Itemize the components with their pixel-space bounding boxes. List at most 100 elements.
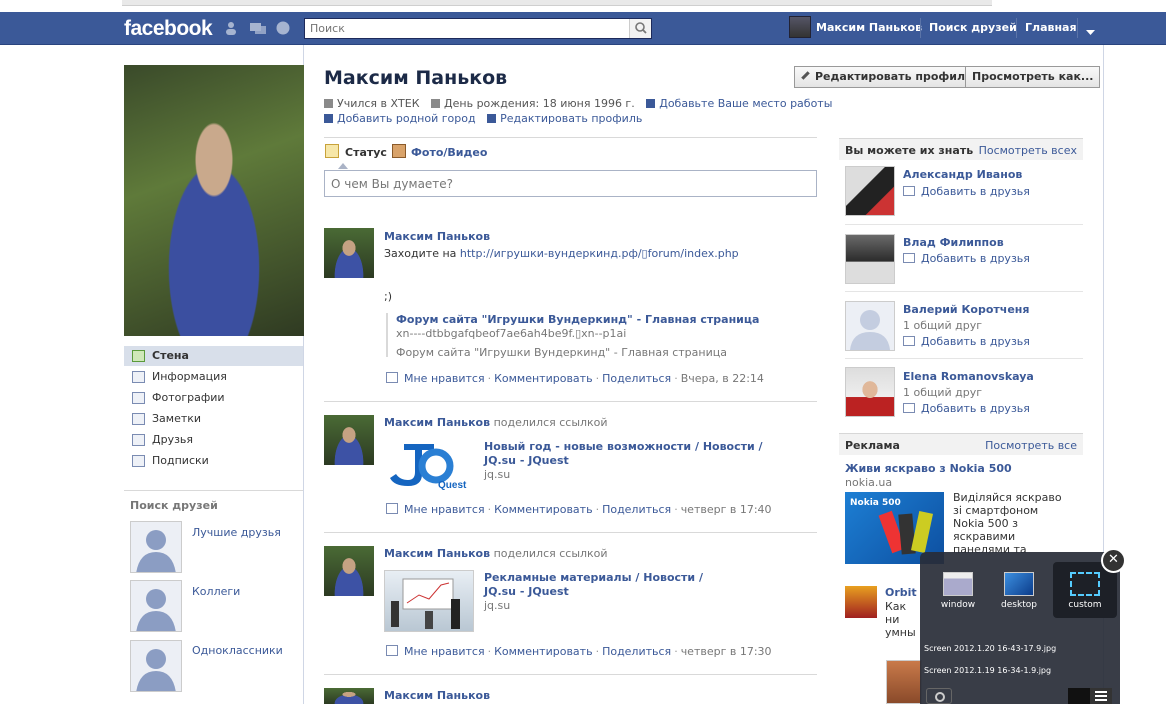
post-action: поделился ссылкой — [493, 416, 608, 429]
sidebar-item-subscriptions[interactable]: Подписки — [124, 451, 303, 471]
pymk-name[interactable]: Влад Филиппов — [903, 236, 1004, 249]
add-friend-link[interactable]: Добавить в друзья — [903, 402, 1030, 415]
like-link[interactable]: Мне нравится — [404, 645, 485, 658]
capture-desktop-option[interactable]: desktop — [987, 562, 1051, 618]
post-avatar[interactable] — [324, 688, 374, 704]
presentation-thumbnail[interactable] — [384, 570, 474, 632]
recent-capture-item[interactable]: Screen 2012.1.19 16-34-1.9.jpg — [924, 666, 1051, 675]
profile-photo[interactable] — [124, 65, 304, 336]
capture-window-option[interactable]: window — [926, 562, 990, 618]
friend-list-classmates[interactable]: Одноклассники — [192, 644, 283, 657]
add-friend-link[interactable]: Добавить в друзья — [903, 335, 1030, 348]
friend-list-best[interactable]: Лучшие друзья — [192, 526, 281, 539]
like-link[interactable]: Мне нравится — [404, 503, 485, 516]
tab-photo-video[interactable]: Фото/Видео — [411, 146, 487, 159]
sidebar-item-label: Информация — [152, 370, 227, 383]
notifications-globe-icon[interactable] — [275, 21, 291, 35]
post-actions: Мне нравится · Комментировать · Поделиться · ч… — [386, 645, 772, 658]
close-icon[interactable]: ✕ — [1101, 548, 1126, 573]
messages-icon[interactable] — [250, 21, 266, 35]
notes-icon — [132, 413, 145, 425]
post-avatar[interactable] — [324, 415, 374, 465]
friend-requests-icon[interactable] — [225, 21, 241, 35]
browser-tab-strip — [0, 0, 1166, 12]
attachment-title[interactable]: Форум сайта "Игрушки Вундеркинд" - Главн… — [396, 313, 759, 326]
settings-gear-icon[interactable] — [926, 688, 952, 704]
pymk-see-all-link[interactable]: Посмотреть всех — [979, 144, 1077, 157]
sidebar-item-friends[interactable]: Друзья — [124, 430, 303, 450]
pymk-name[interactable]: Александр Иванов — [903, 168, 1022, 181]
post-avatar[interactable] — [324, 228, 374, 278]
pymk-photo[interactable] — [845, 367, 895, 417]
like-link[interactable]: Мне нравится — [404, 372, 485, 385]
sidebar-item-wall[interactable]: Стена — [124, 346, 303, 366]
edit-profile-button[interactable]: Редактировать профиль — [794, 66, 980, 88]
sidebar-item-notes[interactable]: Заметки — [124, 409, 303, 429]
post-time[interactable]: четверг в 17:40 — [681, 503, 772, 516]
add-hometown-link[interactable]: Добавить родной город — [337, 112, 476, 125]
sidebar-item-info[interactable]: Информация — [124, 367, 303, 387]
nav-home[interactable]: Главная — [1025, 21, 1077, 34]
attachment-description: Форум сайта "Игрушки Вундеркинд" - Главн… — [396, 346, 727, 359]
link-title[interactable]: Рекламные материалы / Новости / JQ.su - … — [484, 571, 734, 599]
ad-title[interactable]: Живи яскраво з Nokia 500 — [845, 462, 1012, 475]
friend-list-thumb[interactable] — [130, 521, 182, 573]
jquest-thumbnail[interactable]: Quest — [384, 438, 474, 491]
facebook-logo[interactable]: facebook — [124, 17, 213, 41]
phone-shape — [910, 510, 934, 554]
post-author[interactable]: Максим Паньков — [384, 547, 490, 560]
add-work-link[interactable]: Добавьте Ваше место работы — [659, 97, 832, 110]
edit-profile-link[interactable]: Редактировать профиль — [500, 112, 642, 125]
ad-image[interactable] — [886, 660, 922, 704]
nav-find-friends[interactable]: Поиск друзей — [929, 21, 1017, 34]
grid-view-icon[interactable] — [1068, 688, 1090, 704]
user-avatar[interactable] — [789, 16, 811, 38]
view-as-button[interactable]: Просмотреть как... — [965, 66, 1101, 88]
nav-user-name[interactable]: Максим Паньков — [816, 21, 922, 34]
link-title[interactable]: Новый год - новые возможности / Новости … — [484, 440, 764, 468]
add-friend-link[interactable]: Добавить в друзья — [903, 185, 1030, 198]
add-friend-link[interactable]: Добавить в друзья — [903, 252, 1030, 265]
pymk-photo[interactable] — [845, 234, 895, 284]
post-avatar[interactable] — [324, 546, 374, 596]
search-icon[interactable] — [629, 19, 651, 38]
post-action: поделился ссылкой — [493, 547, 608, 560]
account-menu-chevron-down-icon[interactable] — [1086, 26, 1095, 39]
search-input[interactable] — [305, 19, 625, 38]
tab-status[interactable]: Статус — [345, 146, 387, 159]
friend-list-thumb[interactable] — [130, 580, 182, 632]
pymk-mutual[interactable]: 1 общий друг — [903, 319, 982, 332]
option-label: desktop — [1001, 600, 1037, 610]
post-time[interactable]: Вчера, в 22:14 — [681, 372, 764, 385]
post-time[interactable]: четверг в 17:30 — [681, 645, 772, 658]
comment-link[interactable]: Комментировать — [494, 503, 592, 516]
status-input[interactable]: О чем Вы думаете? — [324, 170, 817, 197]
recent-capture-item[interactable]: Screen 2012.1.20 16-43-17.9.jpg — [924, 644, 1056, 653]
comment-link[interactable]: Комментировать — [494, 372, 592, 385]
friend-list-thumb[interactable] — [130, 640, 182, 692]
comment-link[interactable]: Комментировать — [494, 645, 592, 658]
pymk-mutual[interactable]: 1 общий друг — [903, 386, 982, 399]
friend-list-colleagues[interactable]: Коллеги — [192, 585, 240, 598]
ad-title[interactable]: Orbit — [885, 586, 917, 599]
share-link[interactable]: Поделиться — [602, 372, 671, 385]
post-header: Максим Паньков поделился ссылкой — [384, 416, 608, 429]
share-link[interactable]: Поделиться — [602, 645, 671, 658]
post-link[interactable]: http://игрушки-вундеркинд.рф/▯forum/inde… — [460, 247, 739, 260]
pymk-name[interactable]: Elena Romanovskaya — [903, 370, 1034, 383]
pymk-name[interactable]: Валерий Коротченя — [903, 303, 1029, 316]
post-author[interactable]: Максим Паньков — [384, 416, 490, 429]
post-author[interactable]: Максим Паньков — [384, 689, 490, 702]
post-actions: Мне нравится · Комментировать · Поделиться · ч… — [386, 503, 772, 516]
pymk-photo-placeholder[interactable] — [845, 301, 895, 351]
divider — [324, 137, 817, 138]
share-link[interactable]: Поделиться — [602, 503, 671, 516]
sidebar-item-photos[interactable]: Фотографии — [124, 388, 303, 408]
post-author[interactable]: Максим Паньков — [384, 230, 490, 243]
ads-see-all-link[interactable]: Посмотреть все — [985, 439, 1077, 452]
pymk-photo[interactable] — [845, 166, 895, 216]
attachment-border — [386, 313, 388, 357]
ad-orbit-logo[interactable] — [845, 586, 877, 618]
list-view-icon[interactable] — [1090, 688, 1112, 704]
browser-tab[interactable] — [122, 0, 992, 6]
